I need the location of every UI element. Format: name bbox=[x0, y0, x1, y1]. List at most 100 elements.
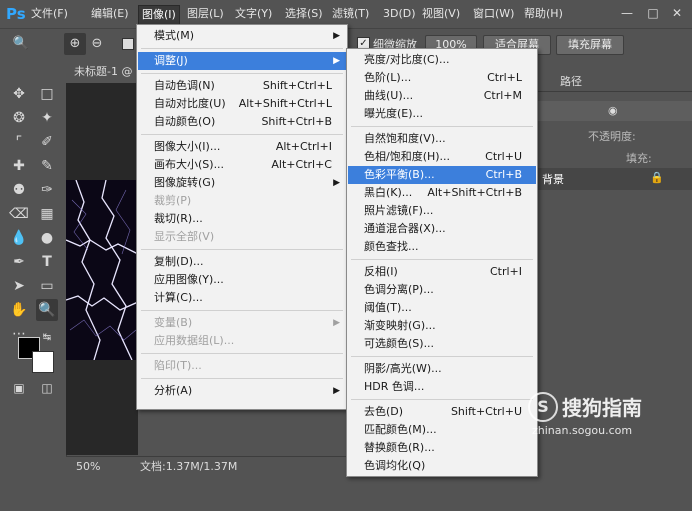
doc-info[interactable]: 文档:1.37M/1.37M bbox=[140, 457, 237, 476]
image-menu-item[interactable]: 计算(C)... bbox=[138, 289, 346, 307]
maximize-icon[interactable]: □ bbox=[644, 4, 662, 22]
adjust-menu-item[interactable]: 黑白(K)... Alt+Shift+Ctrl+B bbox=[348, 184, 536, 202]
menu-item-0[interactable]: 文件(F) bbox=[28, 5, 71, 23]
history-brush-icon[interactable]: ✑ bbox=[36, 179, 58, 201]
quick-select-tool-icon[interactable]: ✦ bbox=[36, 107, 58, 129]
adjust-menu-item[interactable]: 亮度/对比度(C)... bbox=[348, 51, 536, 69]
menu-item-label: 复制(D)... bbox=[154, 255, 204, 268]
menu-item-label: 陷印(T)... bbox=[154, 359, 202, 372]
adjust-menu-item[interactable]: 通道混合器(X)... bbox=[348, 220, 536, 238]
crop-tool-icon[interactable]: ⌜ bbox=[8, 131, 30, 153]
image-menu-item[interactable]: 图像大小(I)... Alt+Ctrl+I bbox=[138, 138, 346, 156]
adjust-menu-item[interactable]: 照片滤镜(F)... bbox=[348, 202, 536, 220]
image-menu-item[interactable]: 复制(D)... bbox=[138, 253, 346, 271]
image-menu-item[interactable]: 裁切(R)... bbox=[138, 210, 346, 228]
eyedropper-tool-icon[interactable]: ✐ bbox=[36, 131, 58, 153]
blur-tool-icon[interactable]: 💧 bbox=[8, 227, 30, 249]
type-tool-icon[interactable]: T bbox=[36, 251, 58, 273]
adjust-menu-item[interactable]: HDR 色调... bbox=[348, 378, 536, 396]
pen-tool-icon[interactable]: ✒ bbox=[8, 251, 30, 273]
zoom-level[interactable]: 50% bbox=[76, 457, 100, 476]
adjust-menu-item[interactable]: 可选颜色(S)... bbox=[348, 335, 536, 353]
document-tab[interactable]: 未标题-1 @ bbox=[66, 61, 146, 83]
minimize-icon[interactable]: — bbox=[618, 4, 636, 22]
menu-item-label: HDR 色调... bbox=[364, 380, 425, 393]
image-menu-item[interactable]: 自动对比度(U) Alt+Shift+Ctrl+L bbox=[138, 95, 346, 113]
lasso-tool-icon[interactable]: ❂ bbox=[8, 107, 30, 129]
adjust-menu-item[interactable]: 阴影/高光(W)... bbox=[348, 360, 536, 378]
zoom-in-icon[interactable]: ⊕ bbox=[64, 33, 86, 55]
adjust-menu-item[interactable]: 曝光度(E)... bbox=[348, 105, 536, 123]
close-icon[interactable]: ✕ bbox=[668, 4, 686, 22]
adjust-menu-item[interactable]: 反相(I) Ctrl+I bbox=[348, 263, 536, 281]
quick-mask-icon[interactable]: ▣ bbox=[8, 377, 30, 399]
menu-item-6[interactable]: 滤镜(T) bbox=[329, 5, 372, 23]
menu-item-10[interactable]: 帮助(H) bbox=[521, 5, 566, 23]
adjust-menu-item[interactable]: 色调均化(Q) bbox=[348, 457, 536, 475]
menu-item-8[interactable]: 视图(V) bbox=[419, 5, 463, 23]
adjust-menu-item[interactable]: 替换颜色(R)... bbox=[348, 439, 536, 457]
swap-colors-icon[interactable]: ↹ bbox=[40, 331, 54, 345]
adjust-menu-item[interactable]: 渐变映射(G)... bbox=[348, 317, 536, 335]
lock-icon: 🔒 bbox=[650, 171, 664, 184]
adjust-menu-item[interactable]: 自然饱和度(V)... bbox=[348, 130, 536, 148]
adjust-menu-item[interactable]: 色相/饱和度(H)... Ctrl+U bbox=[348, 148, 536, 166]
menu-item-2[interactable]: 图像(I) bbox=[138, 5, 180, 25]
adjust-menu-item[interactable]: 曲线(U)... Ctrl+M bbox=[348, 87, 536, 105]
hand-tool-icon[interactable]: ✋ bbox=[8, 299, 30, 321]
marquee-tool-icon[interactable]: □ bbox=[36, 83, 58, 105]
layer-row-background[interactable]: 背景 🔒 bbox=[538, 168, 692, 190]
adjust-menu-item[interactable]: 匹配颜色(M)... bbox=[348, 421, 536, 439]
image-menu-item[interactable]: 图像旋转(G) ▶ bbox=[138, 174, 346, 192]
image-menu-item[interactable]: 应用图像(Y)... bbox=[138, 271, 346, 289]
menu-item-shortcut: Shift+Ctrl+B bbox=[261, 115, 332, 128]
image-menu-item[interactable]: 模式(M) ▶ bbox=[138, 27, 346, 45]
path-select-icon[interactable]: ➤ bbox=[8, 275, 30, 297]
screen-mode-icon[interactable]: ◫ bbox=[36, 377, 58, 399]
image-menu-item[interactable]: 画布大小(S)... Alt+Ctrl+C bbox=[138, 156, 346, 174]
adjust-menu-item[interactable]: 色调分离(P)... bbox=[348, 281, 536, 299]
zoom-tool-preset-icon[interactable]: 🔍▾ bbox=[10, 33, 32, 73]
watermark-url: zhinan.sogou.com bbox=[532, 424, 633, 437]
adjust-menu-item[interactable]: 色阶(L)... Ctrl+L bbox=[348, 69, 536, 87]
image-menu-item[interactable]: 自动颜色(O) Shift+Ctrl+B bbox=[138, 113, 346, 131]
adjust-menu-item[interactable]: 去色(D) Shift+Ctrl+U bbox=[348, 403, 536, 421]
menu-item-label: 计算(C)... bbox=[154, 291, 203, 304]
image-menu-item[interactable]: 自动色调(N) Shift+Ctrl+L bbox=[138, 77, 346, 95]
background-color-swatch[interactable] bbox=[32, 351, 54, 373]
menu-item-label: 自动颜色(O) bbox=[154, 115, 216, 128]
image-menu: 模式(M) ▶ 调整(J) ▶ 自动色调(N) Shift+Ctrl+L 自动对比度(U) A… bbox=[136, 24, 348, 410]
adjust-menu-item[interactable]: 阈值(T)... bbox=[348, 299, 536, 317]
menu-item-7[interactable]: 3D(D) bbox=[380, 5, 419, 23]
rectangle-tool-icon[interactable]: ▭ bbox=[36, 275, 58, 297]
gradient-tool-icon[interactable]: ▦ bbox=[36, 203, 58, 225]
tab-paths[interactable]: 路径 bbox=[560, 73, 582, 89]
menu-separator bbox=[141, 378, 343, 379]
move-tool-icon[interactable]: ✥ bbox=[8, 83, 30, 105]
menu-item-label: 画布大小(S)... bbox=[154, 158, 225, 171]
healing-brush-icon[interactable]: ✚ bbox=[8, 155, 30, 177]
zoom-out-icon[interactable]: ⊖ bbox=[86, 33, 108, 55]
zoom-tool-icon[interactable]: 🔍 bbox=[36, 299, 58, 321]
dodge-tool-icon[interactable]: ● bbox=[36, 227, 58, 249]
menu-item-1[interactable]: 编辑(E) bbox=[88, 5, 132, 23]
eraser-tool-icon[interactable]: ⌫ bbox=[8, 203, 30, 225]
menu-item-shortcut: Ctrl+L bbox=[487, 71, 522, 84]
layer-filter-row: ◉ bbox=[538, 101, 692, 121]
opacity-row: 不透明度: bbox=[548, 125, 692, 145]
image-menu-item[interactable]: 分析(A) ▶ bbox=[138, 382, 346, 400]
menu-item-3[interactable]: 图层(L) bbox=[184, 5, 227, 23]
menu-item-4[interactable]: 文字(Y) bbox=[232, 5, 275, 23]
image-menu-item: 应用数据组(L)... bbox=[138, 332, 346, 350]
image-menu-item[interactable]: 调整(J) ▶ bbox=[138, 52, 346, 70]
menu-item-5[interactable]: 选择(S) bbox=[282, 5, 326, 23]
filter-toggle-icon[interactable]: ◉ bbox=[608, 104, 618, 117]
resize-windows-checkbox[interactable] bbox=[122, 38, 134, 50]
adjust-menu-item[interactable]: 颜色查找... bbox=[348, 238, 536, 256]
clone-stamp-icon[interactable]: ⚉ bbox=[8, 179, 30, 201]
watermark-brand: 搜狗指南 bbox=[562, 396, 642, 420]
menu-item-9[interactable]: 窗口(W) bbox=[470, 5, 517, 23]
adjust-menu-item[interactable]: 色彩平衡(B)... Ctrl+B bbox=[348, 166, 536, 184]
fill-screen-button[interactable]: 填充屏幕 bbox=[556, 35, 624, 55]
brush-tool-icon[interactable]: ✎ bbox=[36, 155, 58, 177]
